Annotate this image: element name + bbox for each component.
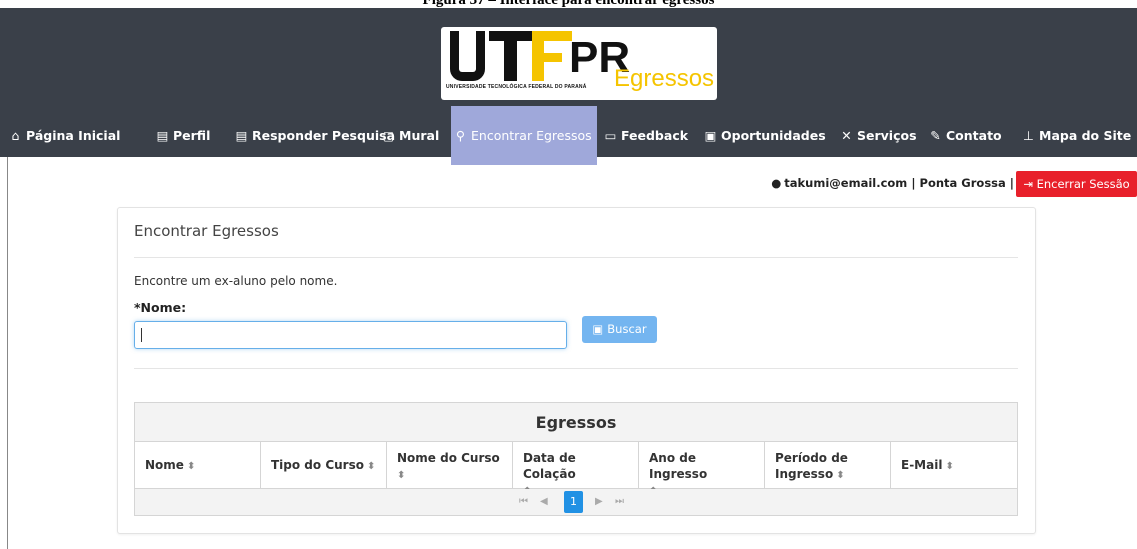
column-header-data-de-colacao[interactable]: Data de Colação⬍	[513, 442, 639, 497]
nav-label: Serviços	[857, 128, 917, 143]
comment-icon: ▭	[604, 128, 617, 143]
header-bar: PR UNIVERSIDADE TECNOLÓGICA FEDERAL DO P…	[0, 8, 1137, 165]
nav-item-perfil[interactable]: ▤ Perfil	[155, 106, 211, 165]
column-header-nome-do-curso[interactable]: Nome do Curso ⬍	[387, 442, 513, 489]
column-label: Período de	[775, 451, 848, 465]
logo-letter-t	[489, 31, 533, 81]
column-label: Data de Colação	[523, 451, 576, 481]
column-header-ano-de-ingresso[interactable]: Ano de Ingresso⬍	[639, 442, 765, 497]
column-header-email[interactable]: E-Mail ⬍	[891, 442, 1017, 489]
search-icon: ⚲	[455, 128, 466, 143]
id-card-icon: ▤	[235, 128, 248, 143]
panel-title: Encontrar Egressos	[134, 222, 279, 240]
nav-label: Oportunidades	[721, 128, 826, 143]
nav-item-servicos[interactable]: ✕ Serviços	[839, 106, 917, 165]
nav-item-contato[interactable]: ✎ Contato	[928, 106, 1002, 165]
nav-label: Mapa do Site	[1039, 128, 1132, 143]
table-title: Egressos	[135, 403, 1017, 442]
egressos-table: Egressos Nome ⬍ Tipo do Curso ⬍ Nome do Cu…	[134, 402, 1018, 516]
nav-label: Perfil	[173, 128, 211, 143]
nav-label: Mural	[399, 128, 440, 143]
search-button-label: Buscar	[607, 322, 647, 336]
save-icon: ▣	[592, 322, 604, 336]
column-label: Tipo do Curso	[271, 458, 364, 472]
clipboard-icon: ▢	[382, 128, 395, 143]
sitemap-icon: ⊥	[1023, 128, 1034, 143]
utfpr-egressos-logo[interactable]: PR UNIVERSIDADE TECNOLÓGICA FEDERAL DO P…	[441, 27, 717, 100]
name-search-input[interactable]	[134, 321, 567, 349]
user-email: takumi@email.com	[784, 176, 908, 190]
column-label: Nome do Curso	[397, 451, 500, 465]
column-header-tipo-do-curso[interactable]: Tipo do Curso ⬍	[261, 442, 387, 489]
column-header-periodo-de-ingresso[interactable]: Período de Ingresso ⬍	[765, 442, 891, 489]
sort-icon: ⬍	[945, 461, 954, 472]
sort-icon: ⬍	[366, 461, 376, 472]
table-header-row: Nome ⬍ Tipo do Curso ⬍ Nome do Curso ⬍ Data…	[135, 442, 1017, 497]
column-label: E-Mail	[901, 458, 943, 472]
divider	[134, 368, 1018, 369]
sort-icon: ⬍	[397, 470, 406, 481]
column-header-nome[interactable]: Nome ⬍	[135, 442, 261, 489]
user-icon: ●	[771, 176, 782, 190]
newspaper-icon: ▣	[704, 128, 717, 143]
last-page-icon[interactable]: ⏭	[615, 489, 624, 515]
sort-icon: ⬍	[836, 470, 845, 481]
nav-label: Feedback	[621, 128, 689, 143]
page-left-border	[7, 157, 8, 549]
logo-subtitle: UNIVERSIDADE TECNOLÓGICA FEDERAL DO PARA…	[446, 84, 587, 90]
table-pagination: ⏮ ◀ 1 ▶ ⏭	[135, 489, 1017, 515]
nav-label: Contato	[946, 128, 1002, 143]
sort-icon: ⬍	[186, 461, 196, 472]
tools-icon: ✕	[841, 128, 852, 143]
first-page-icon[interactable]: ⏮	[519, 489, 528, 515]
name-field-label: *Nome:	[134, 300, 187, 315]
divider	[134, 257, 1018, 258]
nav-label: Página Inicial	[26, 128, 121, 143]
nav-item-responder-pesquisa[interactable]: ▤ Responder Pesquisa	[234, 106, 395, 165]
nav-label: Encontrar Egressos	[471, 128, 592, 143]
nav-item-pagina-inicial[interactable]: ⌂ Página Inicial	[8, 106, 121, 165]
main-nav: ⌂ Página Inicial ▤ Perfil ▤ Responder Pesqu…	[0, 106, 1137, 165]
user-campus: Ponta Grossa	[919, 176, 1006, 190]
nav-label: Responder Pesquisa	[252, 128, 396, 143]
next-page-icon[interactable]: ▶	[595, 489, 603, 515]
column-label: Ano de Ingresso	[649, 451, 708, 481]
edit-icon: ✎	[930, 128, 941, 143]
search-button[interactable]: ▣ Buscar	[582, 316, 657, 343]
nav-item-feedback[interactable]: ▭ Feedback	[603, 106, 688, 165]
separator: |	[911, 176, 916, 190]
nav-item-oportunidades[interactable]: ▣ Oportunidades	[703, 106, 826, 165]
nav-item-encontrar-egressos[interactable]: ⚲ Encontrar Egressos	[451, 106, 597, 165]
logout-button[interactable]: ⇥ Encerrar Sessão	[1016, 171, 1137, 197]
nav-item-mapa-do-site[interactable]: ⊥ Mapa do Site	[1021, 106, 1131, 165]
panel-description: Encontre um ex-aluno pelo nome.	[134, 274, 338, 288]
logo-egressos-text: Egressos	[614, 65, 715, 92]
column-label: Nome	[145, 458, 184, 472]
id-card-icon: ▤	[156, 128, 169, 143]
separator: |	[1009, 176, 1014, 190]
previous-page-icon[interactable]: ◀	[540, 489, 548, 515]
logo-letter-f	[532, 31, 572, 81]
column-label-line2: Ingresso	[775, 467, 834, 481]
figure-caption: Figura 37 – Interface para encontrar egr…	[422, 0, 715, 8]
sign-out-icon: ⇥	[1023, 177, 1033, 191]
current-page-button[interactable]: 1	[564, 491, 583, 513]
user-info: ● takumi@email.com | Ponta Grossa |	[771, 171, 1014, 196]
nav-item-mural[interactable]: ▢ Mural	[381, 106, 440, 165]
home-icon: ⌂	[11, 128, 20, 143]
search-panel: Encontrar Egressos Encontre um ex-aluno …	[117, 207, 1036, 534]
text-caret	[141, 328, 142, 342]
logout-label: Encerrar Sessão	[1036, 177, 1130, 191]
logo-letter-u	[450, 31, 485, 81]
